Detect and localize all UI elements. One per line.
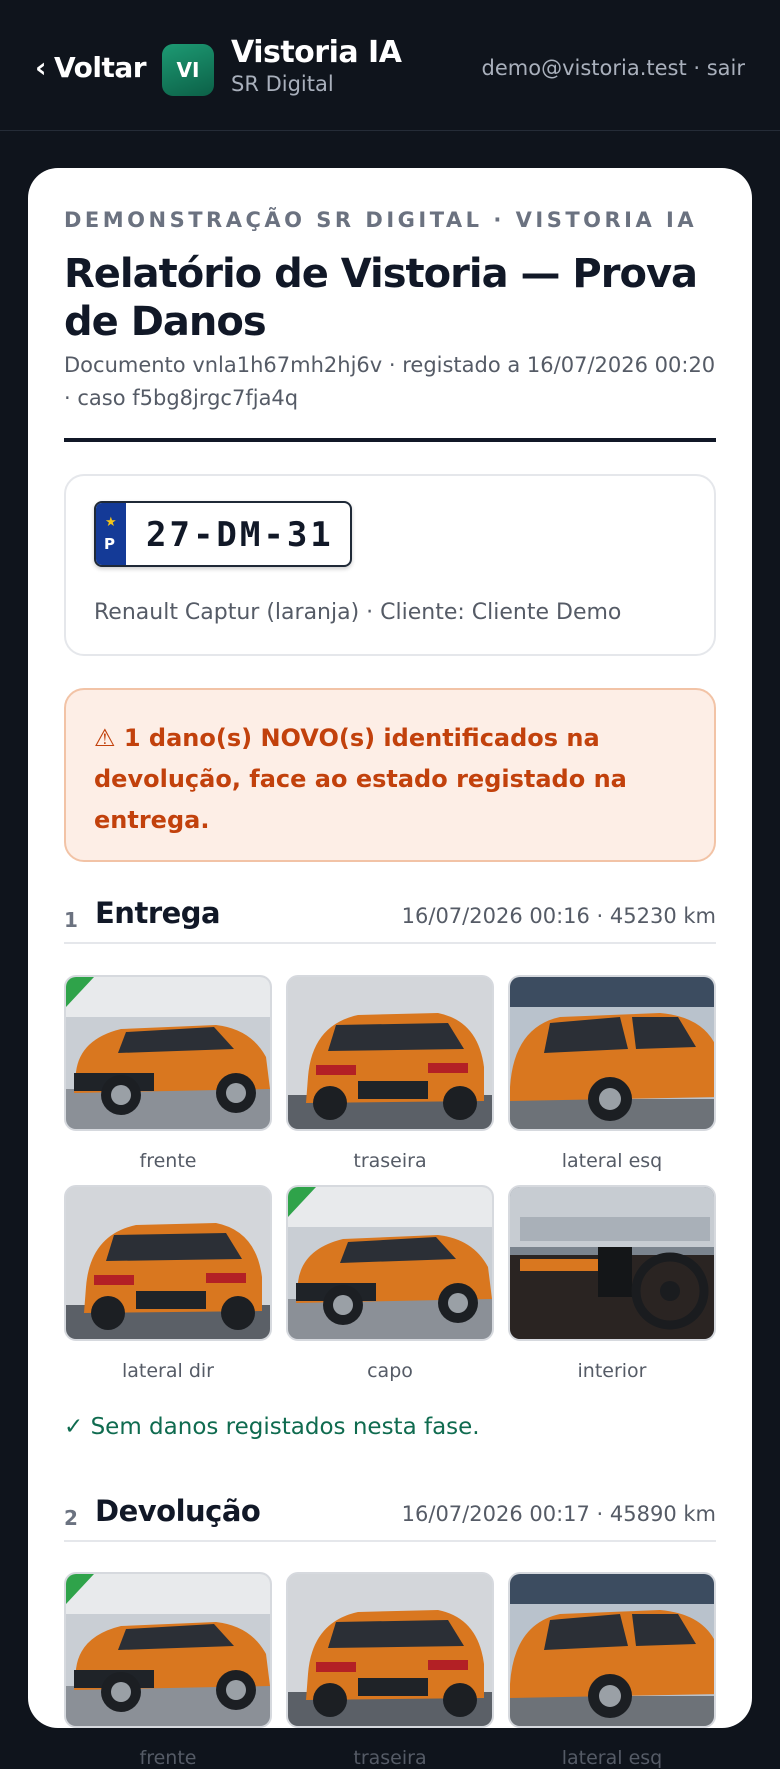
photo-caption: interior: [577, 1360, 647, 1382]
photo-caption: traseira: [353, 1150, 427, 1172]
app-logo: VI: [162, 44, 214, 96]
vehicle-description: Renault Captur (laranja) · Cliente: Clie…: [94, 600, 622, 625]
section-header-entrega: 1 Entrega 16/07/2026 00:16 · 45230 km: [64, 892, 716, 944]
section-title: Entrega: [95, 896, 221, 930]
chevron-left-icon: ‹: [35, 50, 47, 84]
section-info: 16/07/2026 00:17 · 45890 km: [401, 1502, 716, 1526]
photo-caption: lateral esq: [561, 1150, 663, 1172]
plate-country: P: [104, 535, 115, 553]
photo-caption: traseira: [353, 1747, 427, 1769]
brand: Vistoria IA SR Digital: [231, 35, 402, 97]
car-photo[interactable]: [286, 975, 494, 1131]
car-photo[interactable]: [508, 1572, 716, 1728]
car-photo[interactable]: [286, 1185, 494, 1341]
eu-star-icon: ★: [105, 515, 117, 530]
section-number: 1: [64, 908, 78, 932]
page-title: Relatório de Vistoria — Prova de Danos: [64, 251, 698, 345]
car-photo[interactable]: [64, 1185, 272, 1341]
photo-caption: frente: [139, 1150, 197, 1172]
report-card: DEMONSTRAÇÃO SR DIGITAL · VISTORIA IA Re…: [28, 168, 752, 1769]
car-photo[interactable]: [508, 975, 716, 1131]
photo-caption: frente: [139, 1747, 197, 1769]
back-label: Voltar: [54, 51, 147, 84]
alert-text: ⚠ 1 dano(s) NOVO(s) identificados na dev…: [94, 724, 627, 834]
new-damage-alert: ⚠ 1 dano(s) NOVO(s) identificados na dev…: [64, 688, 716, 862]
report-kicker: DEMONSTRAÇÃO SR DIGITAL · VISTORIA IA: [64, 208, 698, 232]
car-photo[interactable]: [64, 1572, 272, 1728]
interior-photo[interactable]: [508, 1185, 716, 1341]
vehicle-panel: ★ P 27-DM-31 Renault Captur (laranja) · …: [64, 474, 716, 656]
section-number: 2: [64, 1506, 78, 1530]
car-photo[interactable]: [286, 1572, 494, 1728]
app-title: Vistoria IA: [231, 35, 402, 70]
no-damage-status: ✓ Sem danos registados nesta fase.: [64, 1414, 480, 1440]
top-bar: ‹ Voltar VI Vistoria IA SR Digital demo@…: [0, 0, 780, 131]
photo-caption: lateral dir: [122, 1360, 214, 1382]
section-info: 16/07/2026 00:16 · 45230 km: [401, 904, 716, 928]
photo-caption: lateral esq: [561, 1747, 663, 1769]
user-logout-link[interactable]: demo@vistoria.test · sair: [482, 56, 745, 80]
eu-band: ★ P: [96, 503, 126, 565]
section-title: Devolução: [95, 1494, 261, 1528]
back-button[interactable]: ‹ Voltar: [35, 50, 147, 84]
title-divider: [64, 438, 716, 442]
plate-number: 27-DM-31: [146, 515, 334, 555]
report-meta: Documento vnla1h67mh2hj6v · registado a …: [64, 353, 716, 410]
license-plate: ★ P 27-DM-31: [94, 501, 352, 567]
photo-caption: capo: [367, 1360, 413, 1382]
car-photo[interactable]: [64, 975, 272, 1131]
app-subtitle: SR Digital: [231, 71, 334, 96]
section-header-devolucao: 2 Devolução 16/07/2026 00:17 · 45890 km: [64, 1490, 716, 1542]
